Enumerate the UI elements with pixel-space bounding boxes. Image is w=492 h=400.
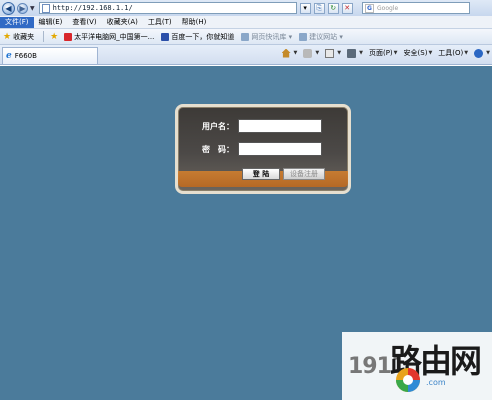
device-register-button[interactable]: 设备注册	[283, 168, 325, 180]
chevron-down-icon: ▼	[359, 50, 363, 56]
address-text: http://192.168.1.1/	[52, 4, 133, 12]
login-panel: 用户名： 密 码： 登 陆 设备注册	[175, 104, 351, 194]
username-input[interactable]	[238, 119, 322, 133]
favorite-link-label: 网页快讯库 ▾	[251, 32, 293, 41]
back-arrow-icon: ◀	[5, 3, 12, 13]
tools-menu[interactable]: 工具(O) ▼	[438, 48, 468, 58]
tab-title: F660B	[14, 52, 37, 60]
webslice-icon	[241, 32, 250, 41]
ie-page-icon: e	[6, 51, 12, 61]
tab-f660b[interactable]: e F660B	[2, 47, 98, 64]
forward-button[interactable]: ▶	[17, 2, 28, 14]
add-favorite-icon[interactable]: ★	[50, 32, 58, 42]
username-label: 用户名：	[202, 121, 234, 131]
password-input[interactable]	[238, 142, 322, 156]
menu-edit[interactable]: 编辑(E)	[34, 17, 68, 28]
help-button[interactable]: ▼	[474, 48, 490, 58]
chevron-down-icon: ▼	[428, 50, 433, 56]
favorite-link-webslice[interactable]: 网页快讯库 ▾	[241, 32, 292, 42]
feeds-button[interactable]: ▼	[303, 48, 320, 58]
password-row: 密 码：	[178, 142, 322, 156]
menu-bar: 文件(F) 编辑(E) 查看(V) 收藏夹(A) 工具(T) 帮助(H)	[0, 16, 492, 29]
help-icon	[474, 48, 484, 58]
print-icon	[347, 48, 357, 58]
favorite-link-suggested[interactable]: 建议网站 ▾	[299, 32, 343, 42]
watermark-logo-icon	[396, 368, 420, 392]
favorite-link-baidu[interactable]: 百度一下，你就知道	[161, 32, 234, 42]
password-label: 密 码：	[202, 144, 234, 154]
address-input[interactable]: http://192.168.1.1/	[38, 2, 297, 14]
tab-bar: e F660B ▼ ▼ ▼ ▼ 页面(P) ▼ 安全(S) ▼ 工具(O) ▼ ▼	[0, 45, 492, 65]
refresh-icon[interactable]: ↻	[327, 2, 339, 14]
menu-view[interactable]: 查看(V)	[67, 17, 101, 28]
menu-help[interactable]: 帮助(H)	[177, 17, 212, 28]
watermark-domain: .com	[426, 378, 446, 387]
forward-arrow-icon: ▶	[19, 3, 26, 13]
print-button[interactable]: ▼	[347, 48, 363, 58]
favorite-link-label: 百度一下，你就知道	[171, 32, 235, 41]
compatibility-icon[interactable]: ⎘	[313, 2, 325, 14]
mail-button[interactable]: ▼	[325, 48, 342, 58]
search-input[interactable]: G Google	[362, 2, 470, 14]
site-watermark: 1911 路由网 .com	[342, 332, 492, 400]
favorites-button[interactable]: 收藏夹	[13, 32, 34, 42]
favorite-link-label: 太平洋电脑网_中国第一...	[74, 32, 155, 41]
page-icon	[41, 3, 50, 13]
back-button[interactable]: ◀	[2, 1, 15, 15]
rss-icon	[303, 48, 313, 58]
pconline-icon	[64, 32, 73, 41]
chevron-down-icon: ▼	[393, 50, 398, 56]
google-icon: G	[365, 3, 374, 13]
chevron-down-icon: ▼	[315, 50, 320, 56]
favorites-bar: ★ 收藏夹 ★ 太平洋电脑网_中国第一... 百度一下，你就知道 网页快讯库 ▾…	[0, 29, 492, 45]
safety-menu[interactable]: 安全(S) ▼	[404, 48, 433, 58]
history-dropdown-icon[interactable]: ▼	[30, 5, 35, 12]
tools-menu-label: 工具(O)	[438, 49, 464, 57]
home-button[interactable]: ▼	[281, 48, 298, 58]
username-row: 用户名：	[178, 119, 322, 133]
menu-file[interactable]: 文件(F)	[0, 16, 34, 28]
page-menu[interactable]: 页面(P) ▼	[369, 48, 398, 58]
menu-tools[interactable]: 工具(T)	[143, 17, 177, 28]
chevron-down-icon: ▼	[486, 50, 490, 56]
divider	[43, 31, 45, 42]
login-button[interactable]: 登 陆	[242, 168, 280, 180]
favorite-link-pconline[interactable]: 太平洋电脑网_中国第一...	[64, 32, 154, 42]
address-dropdown-button[interactable]: ▾	[299, 2, 311, 14]
menu-favorites[interactable]: 收藏夹(A)	[102, 17, 143, 28]
command-bar: ▼ ▼ ▼ ▼ 页面(P) ▼ 安全(S) ▼ 工具(O) ▼ ▼	[276, 48, 490, 58]
chevron-down-icon: ▼	[464, 50, 469, 56]
mail-icon	[325, 48, 335, 58]
safety-menu-label: 安全(S)	[403, 49, 428, 57]
home-icon	[281, 48, 291, 58]
page-menu-label: 页面(P)	[368, 49, 393, 57]
chevron-down-icon: ▼	[293, 50, 298, 56]
favorite-link-label: 建议网站 ▾	[309, 32, 343, 41]
suggested-sites-icon	[299, 32, 308, 41]
search-placeholder: Google	[377, 4, 399, 12]
chevron-down-icon: ▼	[337, 50, 342, 56]
favorites-star-icon[interactable]: ★	[3, 32, 11, 42]
stop-icon[interactable]: ✕	[341, 2, 353, 14]
baidu-icon	[161, 32, 170, 41]
